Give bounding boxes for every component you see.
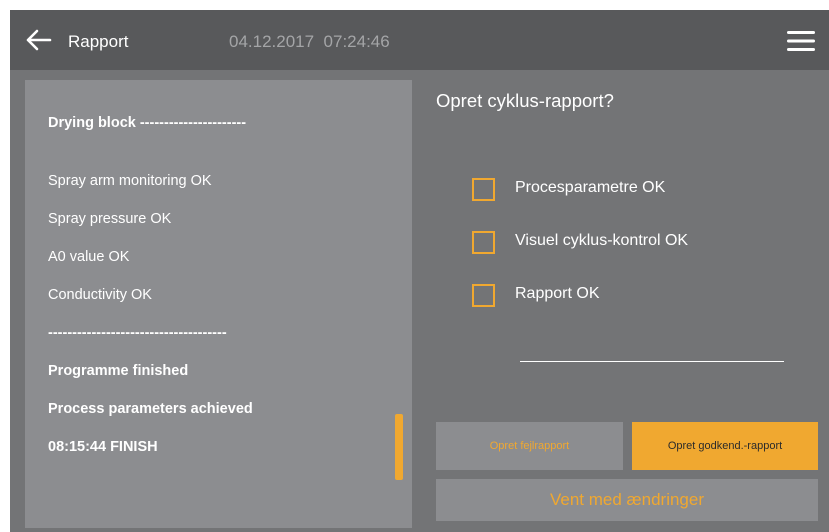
signature-line xyxy=(520,361,784,362)
log-separator: ------------------------------------- xyxy=(48,325,227,341)
hamburger-menu-icon[interactable] xyxy=(786,29,816,53)
log-line: Spray arm monitoring OK xyxy=(48,173,212,189)
checkbox[interactable] xyxy=(472,284,495,307)
top-bar: Rapport 04.12.2017 07:24:46 xyxy=(10,10,829,70)
check-label: Rapport OK xyxy=(515,285,600,302)
checkbox[interactable] xyxy=(472,178,495,201)
log-line: Spray pressure OK xyxy=(48,211,172,227)
check-report[interactable]: Rapport OK xyxy=(472,282,732,308)
report-question: Opret cyklus-rapport? xyxy=(436,90,614,111)
back-arrow-icon[interactable] xyxy=(24,28,52,52)
screen: Rapport 04.12.2017 07:24:46 Drying block… xyxy=(10,10,829,532)
log-line: Process parameters achieved xyxy=(48,401,253,417)
log-line: 08:15:44 FINISH xyxy=(48,439,158,455)
scrollbar-thumb[interactable] xyxy=(395,414,403,480)
checkbox[interactable] xyxy=(472,231,495,254)
check-process-parameters[interactable]: Procesparametre OK xyxy=(472,176,732,202)
log-line: A0 value OK xyxy=(48,249,130,265)
page-title: Rapport xyxy=(68,32,129,51)
log-line: Drying block ---------------------- xyxy=(48,115,247,131)
date-time: 04.12.2017 07:24:46 xyxy=(229,32,390,51)
create-error-report-button[interactable]: Opret fejlrapport xyxy=(436,422,623,470)
report-log-panel[interactable]: Drying block ---------------------- Spra… xyxy=(25,80,412,528)
log-line: Programme finished xyxy=(48,363,189,379)
check-label: Visuel cyklus-kontrol OK xyxy=(515,232,689,249)
check-visual-control[interactable]: Visuel cyklus-kontrol OK xyxy=(472,229,732,255)
create-approval-report-button[interactable]: Opret godkend.-rapport xyxy=(632,422,818,470)
log-line: Conductivity OK xyxy=(48,287,152,303)
check-label: Procesparametre OK xyxy=(515,179,666,196)
wait-with-changes-button[interactable]: Vent med ændringer xyxy=(436,479,818,521)
